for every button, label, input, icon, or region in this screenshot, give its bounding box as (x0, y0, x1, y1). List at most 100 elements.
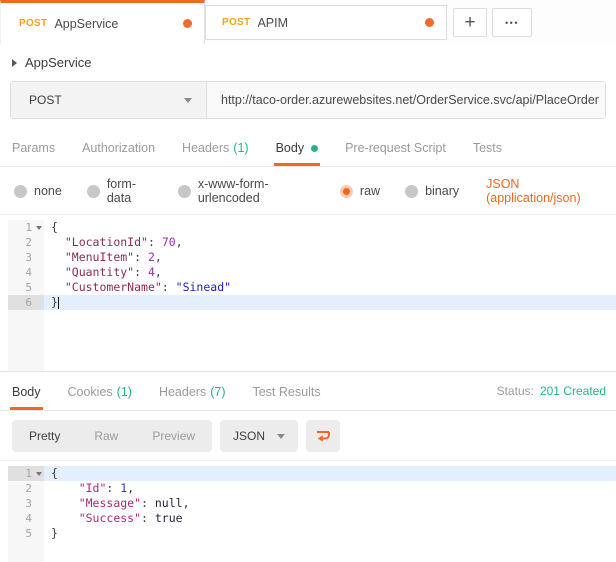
request-name: AppService (25, 55, 92, 70)
request-section-tabs: Params Authorization Headers (1) Body Pr… (0, 128, 616, 167)
code-text: } (44, 295, 616, 310)
preview-button[interactable]: Preview (135, 420, 212, 452)
new-tab-button[interactable]: + (453, 8, 487, 37)
expand-arrow-icon (12, 58, 17, 67)
method-badge: POST (222, 17, 251, 28)
line-number: 6 (8, 295, 44, 310)
format-select[interactable]: JSON (220, 420, 299, 452)
word-wrap-icon (317, 431, 331, 442)
body-set-dot (311, 144, 319, 152)
tab-pre-request-script[interactable]: Pre-request Script (345, 128, 446, 166)
url-value: http://taco-order.azurewebsites.net/Orde… (221, 93, 599, 107)
code-line-6[interactable]: 6} (8, 295, 616, 310)
request-body-editor[interactable]: 1{2 "LocationId": 70, 3 "MenuItem": 2, 4 "… (0, 214, 616, 372)
code-text: "CustomerName": "Sinead" (64, 280, 232, 294)
code-line-1[interactable]: 1{ (8, 466, 616, 481)
tab-cookies[interactable]: Cookies (1) (68, 372, 132, 410)
mode-none[interactable]: none (14, 184, 62, 198)
breadcrumb[interactable]: AppService (0, 44, 616, 79)
method-badge: POST (19, 18, 48, 29)
line-number: 3 (8, 250, 44, 265)
method-value: POST (29, 93, 62, 107)
code-line-4[interactable]: 4 "Success": true (8, 511, 616, 526)
request-tab-appservice[interactable]: POST AppService (0, 0, 205, 44)
code-text: "LocationId": 70, (64, 235, 183, 249)
tab-tests[interactable]: Tests (473, 128, 502, 166)
tab-response-body[interactable]: Body (10, 372, 42, 410)
code-line-2[interactable]: 2 "LocationId": 70, (8, 235, 616, 250)
code-line-5[interactable]: 5 "CustomerName": "Sinead" (8, 280, 616, 295)
tab-params[interactable]: Params (12, 128, 55, 166)
unsaved-changes-dot (183, 19, 192, 28)
tab-headers[interactable]: Headers (1) (182, 128, 249, 166)
radio-icon (14, 184, 27, 198)
line-number: 2 (8, 235, 44, 250)
line-number: 1 (8, 466, 44, 481)
response-section-tabs: Body Cookies (1) Headers (7) Test Result… (0, 372, 616, 411)
mode-form-data[interactable]: form-data (86, 177, 153, 205)
radio-selected-icon (339, 184, 353, 198)
unsaved-changes-dot (425, 18, 434, 27)
fold-arrow-icon[interactable] (36, 472, 42, 476)
code-line-1[interactable]: 1{ (8, 220, 616, 235)
code-text: "MenuItem": 2, (64, 250, 162, 264)
status-badge: 201 Created (539, 384, 606, 398)
tab-bar: POST AppService POST APIM + ••• (0, 0, 616, 44)
status-indicator: Status: 201 Created (497, 384, 606, 410)
radio-icon (177, 184, 191, 198)
tab-title: APIM (257, 15, 288, 30)
ellipsis-icon: ••• (505, 17, 519, 28)
code-text: "Quantity": 4, (64, 265, 162, 279)
tab-options-button[interactable]: ••• (492, 8, 532, 37)
tab-body[interactable]: Body (273, 128, 320, 166)
line-number: 4 (8, 511, 44, 526)
editor-empty-area (8, 310, 616, 371)
wrap-lines-button[interactable] (306, 420, 341, 452)
code-line-3[interactable]: 3 "Message": null, (8, 496, 616, 511)
code-text: { (44, 466, 616, 481)
mode-raw[interactable]: raw (339, 184, 380, 198)
tab-authorization[interactable]: Authorization (82, 128, 155, 166)
fold-arrow-icon[interactable] (36, 226, 42, 230)
response-headers-count: (7) (210, 385, 226, 399)
response-body-viewer[interactable]: 1{2 "Id": 1, 3 "Message": null, 4 "Success… (0, 460, 616, 562)
line-number: 5 (8, 526, 44, 541)
format-value: JSON (233, 429, 266, 443)
code-text: "Message": null, (78, 496, 190, 510)
url-bar: POST http://taco-order.azurewebsites.net… (10, 81, 606, 119)
line-number: 3 (8, 496, 44, 511)
code-text: "Success": true (78, 511, 183, 525)
tab-test-results[interactable]: Test Results (252, 372, 320, 410)
code-text: "Id": 1, (78, 481, 135, 495)
code-line-5[interactable]: 5} (8, 526, 616, 541)
editor-empty-area (8, 541, 616, 562)
chevron-down-icon (184, 97, 192, 103)
content-type-select[interactable]: JSON (application/json) (486, 177, 604, 205)
method-select[interactable]: POST (11, 82, 207, 118)
plus-icon: + (464, 12, 476, 33)
mode-binary[interactable]: binary (405, 184, 459, 198)
mode-x-www-form-urlencoded[interactable]: x-www-form-urlencoded (177, 177, 315, 205)
code-text: } (51, 526, 58, 540)
url-input[interactable]: http://taco-order.azurewebsites.net/Orde… (207, 82, 605, 118)
line-number: 4 (8, 265, 44, 280)
tab-response-headers[interactable]: Headers (7) (159, 372, 226, 410)
headers-count: (1) (233, 141, 249, 155)
request-tab-apim[interactable]: POST APIM (205, 5, 447, 40)
response-view-toolbar: Pretty Raw Preview JSON (0, 411, 616, 460)
line-number: 5 (8, 280, 44, 295)
cookies-count: (1) (116, 385, 132, 399)
body-mode-row: none form-data x-www-form-urlencoded raw… (0, 167, 616, 214)
radio-icon (86, 184, 100, 198)
text-cursor (57, 297, 59, 309)
code-text: { (51, 220, 58, 234)
chevron-down-icon (277, 433, 286, 439)
radio-icon (405, 184, 419, 198)
code-line-4[interactable]: 4 "Quantity": 4, (8, 265, 616, 280)
code-line-2[interactable]: 2 "Id": 1, (8, 481, 616, 496)
status-label: Status: (496, 384, 534, 398)
line-number: 2 (8, 481, 44, 496)
raw-button[interactable]: Raw (77, 420, 135, 452)
code-line-3[interactable]: 3 "MenuItem": 2, (8, 250, 616, 265)
pretty-button[interactable]: Pretty (12, 420, 77, 452)
